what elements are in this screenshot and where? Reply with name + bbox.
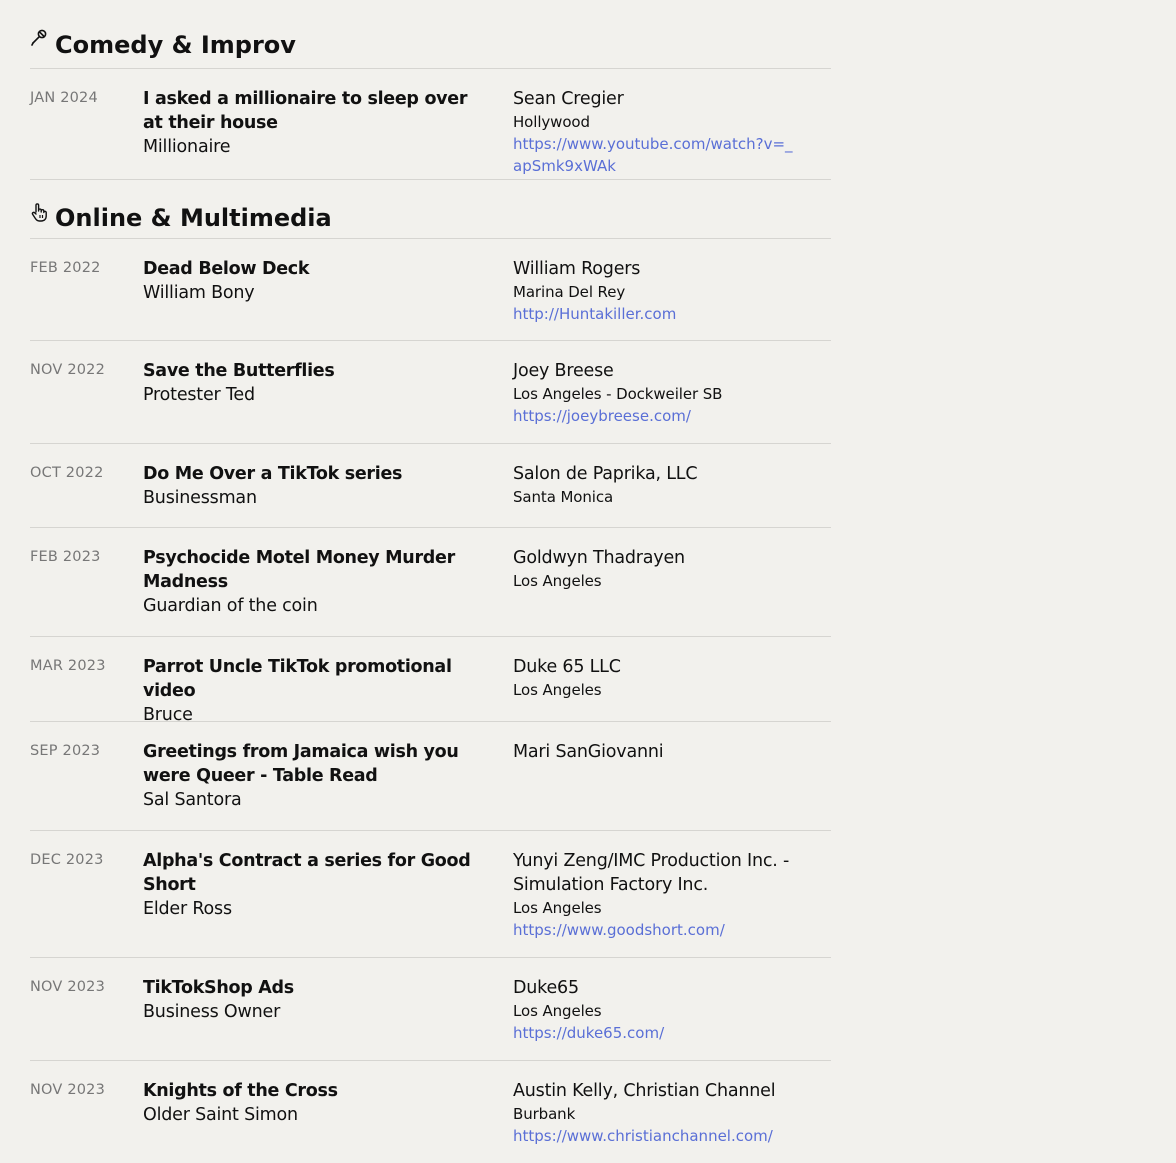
credit-role: William Bony (143, 283, 255, 303)
credit-location: Marina Del Rey (513, 283, 626, 301)
credit-location: Burbank (513, 1105, 576, 1123)
credit-role: Bruce (143, 705, 193, 725)
credit-project: Knights of the Cross Older Saint Simon (143, 1081, 483, 1147)
credit-row: NOV 2023 Knights of the Cross Older Sain… (30, 1061, 831, 1156)
credit-company: Austin Kelly, Christian Channel (513, 1081, 776, 1101)
credit-role: Elder Ross (143, 899, 232, 919)
credit-link[interactable]: https://duke65.com/ (513, 1022, 801, 1044)
credit-company: Joey Breese (513, 361, 614, 381)
hand-pointer-icon (30, 201, 50, 223)
credit-date: NOV 2022 (30, 362, 106, 378)
microphone-icon (30, 26, 50, 48)
credit-project: TikTokShop Ads Business Owner (143, 978, 483, 1051)
credit-project: Save the Butterflies Protester Ted (143, 361, 483, 434)
credit-role: Millionaire (143, 137, 231, 157)
section-heading: Comedy & Improv (55, 30, 296, 59)
credit-details: Austin Kelly, Christian Channel Burbank … (483, 1081, 801, 1147)
credit-row: SEP 2023 Greetings from Jamaica wish you… (30, 722, 831, 831)
credit-title: Parrot Uncle TikTok promotional video (143, 657, 452, 701)
credit-link[interactable]: http://Huntakiller.com (513, 303, 801, 325)
credit-row: MAR 2023 Parrot Uncle TikTok promotional… (30, 637, 831, 725)
credit-project: Alpha's Contract a series for Good Short… (143, 851, 483, 948)
credit-project: I asked a millionaire to sleep over at t… (143, 89, 483, 177)
credit-title: TikTokShop Ads (143, 978, 294, 998)
credit-title: Dead Below Deck (143, 259, 310, 279)
credit-location: Los Angeles (513, 899, 602, 917)
credit-details: Yunyi Zeng/IMC Production Inc. - Simulat… (483, 851, 801, 948)
credit-row: OCT 2022 Do Me Over a TikTok series Busi… (30, 444, 831, 528)
credit-location: Los Angeles (513, 572, 602, 590)
credit-details: Goldwyn Thadrayen Los Angeles (483, 548, 801, 627)
credit-date: FEB 2023 (30, 549, 101, 565)
credit-company: Duke 65 LLC (513, 657, 621, 677)
credit-details: Sean Cregier Hollywood https://www.youtu… (483, 89, 801, 177)
credit-date: DEC 2023 (30, 852, 104, 868)
section-heading: Online & Multimedia (55, 204, 332, 232)
credit-company: Yunyi Zeng/IMC Production Inc. - Simulat… (513, 851, 790, 895)
credit-project: Dead Below Deck William Bony (143, 259, 483, 331)
credit-title: Knights of the Cross (143, 1081, 338, 1101)
credit-row: DEC 2023 Alpha's Contract a series for G… (30, 831, 831, 958)
credit-project: Psychocide Motel Money Murder Madness Gu… (143, 548, 483, 627)
credit-date: SEP 2023 (30, 743, 101, 759)
credit-link[interactable]: https://joeybreese.com/ (513, 405, 801, 427)
credit-company: Salon de Paprika, LLC (513, 464, 698, 484)
credit-role: Business Owner (143, 1002, 281, 1022)
credit-project: Do Me Over a TikTok series Businessman (143, 464, 483, 518)
credit-title: I asked a millionaire to sleep over at t… (143, 89, 468, 133)
credit-details: William Rogers Marina Del Rey http://Hun… (483, 259, 801, 331)
credit-location: Los Angeles - Dockweiler SB (513, 385, 723, 403)
credit-location: Santa Monica (513, 488, 614, 506)
credit-details: Duke65 Los Angeles https://duke65.com/ (483, 978, 801, 1051)
credit-title: Save the Butterflies (143, 361, 335, 381)
credit-date: NOV 2023 (30, 979, 106, 995)
credit-details: Salon de Paprika, LLC Santa Monica (483, 464, 801, 518)
credit-details: Mari SanGiovanni (483, 742, 801, 821)
credit-details: Duke 65 LLC Los Angeles (483, 657, 801, 728)
credits-list: Comedy & Improv JAN 2024 I asked a milli… (30, 0, 831, 1156)
credit-details: Joey Breese Los Angeles - Dockweiler SB … (483, 361, 801, 434)
credit-role: Older Saint Simon (143, 1105, 298, 1125)
credit-role: Guardian of the coin (143, 596, 318, 616)
credit-row: FEB 2023 Psychocide Motel Money Murder M… (30, 528, 831, 637)
credit-date: FEB 2022 (30, 260, 101, 276)
section-header-comedy: Comedy & Improv (30, 0, 831, 69)
credit-title: Do Me Over a TikTok series (143, 464, 403, 484)
credit-date: OCT 2022 (30, 465, 104, 481)
credit-date: JAN 2024 (30, 90, 98, 106)
credit-company: Duke65 (513, 978, 579, 998)
credit-company: Mari SanGiovanni (513, 742, 664, 762)
credit-date: MAR 2023 (30, 658, 106, 674)
credit-date: NOV 2023 (30, 1082, 106, 1098)
credit-location: Los Angeles (513, 1002, 602, 1020)
credit-company: William Rogers (513, 259, 641, 279)
credit-location: Hollywood (513, 113, 590, 131)
credit-location: Los Angeles (513, 681, 602, 699)
credit-project: Parrot Uncle TikTok promotional video Br… (143, 657, 483, 728)
credit-role: Sal Santora (143, 790, 242, 810)
credit-row: JAN 2024 I asked a millionaire to sleep … (30, 69, 831, 180)
credit-row: NOV 2022 Save the Butterflies Protester … (30, 341, 831, 444)
credit-company: Sean Cregier (513, 89, 624, 109)
credit-row: FEB 2022 Dead Below Deck William Bony Wi… (30, 239, 831, 341)
credit-title: Psychocide Motel Money Murder Madness (143, 548, 455, 592)
credit-company: Goldwyn Thadrayen (513, 548, 685, 568)
credit-title: Greetings from Jamaica wish you were Que… (143, 742, 459, 786)
credit-project: Greetings from Jamaica wish you were Que… (143, 742, 483, 821)
section-header-online: Online & Multimedia (30, 180, 831, 239)
credit-role: Protester Ted (143, 385, 255, 405)
credit-row: NOV 2023 TikTokShop Ads Business Owner D… (30, 958, 831, 1061)
credit-title: Alpha's Contract a series for Good Short (143, 851, 471, 895)
credit-link[interactable]: https://www.youtube.com/watch?v=_apSmk9x… (513, 133, 801, 177)
credit-link[interactable]: https://www.goodshort.com/ (513, 919, 801, 941)
credit-role: Businessman (143, 488, 257, 508)
credit-link[interactable]: https://www.christianchannel.com/ (513, 1125, 801, 1147)
